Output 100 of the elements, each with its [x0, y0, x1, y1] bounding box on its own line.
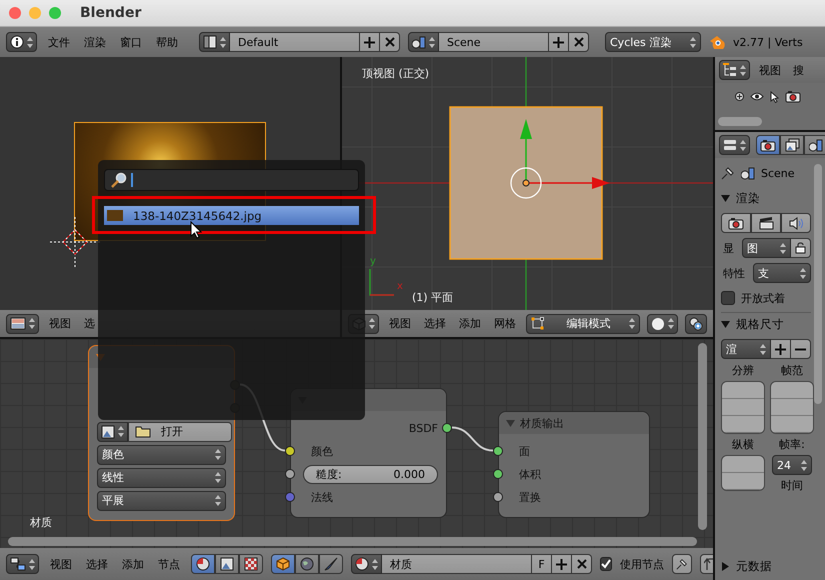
- render-engine-dropdown[interactable]: Cycles 渲染: [605, 32, 701, 52]
- checkbox-label: 使用节点: [620, 556, 664, 572]
- node-tree-type-tab[interactable]: [215, 554, 239, 574]
- add-button[interactable]: [360, 32, 380, 52]
- axis-gizmo: [369, 269, 394, 296]
- menu-item[interactable]: 网格: [491, 316, 519, 331]
- menu-item[interactable]: 添加: [456, 316, 484, 331]
- menu-item[interactable]: 视图: [386, 316, 414, 331]
- node-dropdown[interactable]: 平展: [97, 490, 226, 510]
- input-socket[interactable]: [285, 446, 295, 456]
- editor-type-button[interactable]: [6, 554, 39, 574]
- plus-icon: [364, 36, 375, 48]
- menu-item[interactable]: 视图: [756, 62, 784, 78]
- open-button[interactable]: 打开: [128, 422, 232, 442]
- outliner-icon: [723, 63, 737, 77]
- node-tree-type-tab[interactable]: [191, 554, 215, 574]
- shading-dropdown[interactable]: [647, 314, 678, 334]
- node-panel[interactable]: 材质输出 面 体积 置换: [498, 411, 650, 518]
- menu-item[interactable]: 渲染: [81, 34, 109, 50]
- updown-arrows-icon: [118, 426, 124, 437]
- menu-item[interactable]: 选: [81, 316, 98, 331]
- search-icon: [111, 172, 127, 188]
- properties-tab[interactable]: [756, 135, 780, 155]
- roughness-slider[interactable]: 糙度: 0.000: [303, 465, 438, 484]
- shapes-icon: [412, 35, 426, 49]
- feature-set-dropdown[interactable]: 支: [753, 263, 811, 283]
- number-fields[interactable]: [721, 455, 765, 491]
- panel-header[interactable]: 规格尺寸: [721, 312, 811, 335]
- scrollbar[interactable]: [8, 537, 697, 546]
- updown-arrows-icon: [780, 242, 786, 254]
- number-fields[interactable]: [721, 381, 765, 434]
- menu-item[interactable]: 帮助: [153, 34, 181, 50]
- circles-icon: [689, 316, 703, 330]
- input-socket[interactable]: [285, 468, 295, 478]
- input-socket[interactable]: [493, 468, 503, 478]
- properties-tab[interactable]: [780, 135, 804, 155]
- checkbox[interactable]: [600, 557, 612, 571]
- disclosure-triangle-icon: [721, 194, 730, 202]
- menu-item[interactable]: 节点: [155, 556, 183, 572]
- menu-item[interactable]: 视图: [46, 316, 74, 331]
- preset-dropdown[interactable]: 渲: [721, 339, 771, 359]
- layout-field[interactable]: Default: [230, 32, 360, 52]
- menu-item[interactable]: 选择: [421, 316, 449, 331]
- display-dropdown[interactable]: 图: [742, 238, 791, 258]
- mode-dropdown[interactable]: 编辑模式: [526, 314, 640, 334]
- menu-item[interactable]: 视图: [47, 556, 75, 572]
- render-audio-button[interactable]: [781, 213, 811, 233]
- display-label: 显: [722, 240, 735, 256]
- lock-button[interactable]: [791, 238, 811, 258]
- menu-item[interactable]: 文件: [45, 34, 73, 50]
- image-list-item[interactable]: 138-140Z3145642.jpg: [104, 206, 359, 225]
- render-animation-button[interactable]: [751, 213, 781, 233]
- input-socket[interactable]: [493, 492, 503, 502]
- scrollbar[interactable]: [718, 117, 762, 126]
- material-field[interactable]: 材质: [382, 554, 532, 574]
- shader-type-tab[interactable]: [319, 554, 343, 574]
- material-browse-button[interactable]: [351, 554, 382, 574]
- node-tree-type-tab[interactable]: [239, 554, 263, 574]
- menu-item[interactable]: 搜: [790, 62, 807, 78]
- add-button[interactable]: [549, 32, 569, 52]
- pin-button[interactable]: [672, 554, 692, 574]
- node-dropdown[interactable]: 线性: [97, 468, 226, 488]
- scrollbar[interactable]: [814, 164, 822, 404]
- layout-browse-button[interactable]: [199, 32, 230, 52]
- shader-type-tab[interactable]: [271, 554, 295, 574]
- socket-label: 颜色: [310, 444, 333, 459]
- properties-tab[interactable]: [804, 135, 825, 155]
- input-socket[interactable]: [285, 492, 295, 502]
- editor-type-button[interactable]: [6, 32, 37, 52]
- render-image-button[interactable]: [721, 213, 751, 233]
- frame-rate-dropdown[interactable]: 24: [772, 455, 812, 475]
- node-dropdown[interactable]: 颜色: [97, 444, 226, 464]
- menu-item[interactable]: 窗口: [117, 34, 145, 50]
- socket-label: BSDF: [408, 422, 438, 435]
- close-button[interactable]: [569, 32, 589, 52]
- panel-header[interactable]: 元数据: [721, 555, 811, 577]
- scrollbar[interactable]: [698, 343, 707, 530]
- editor-type-button[interactable]: [719, 135, 750, 155]
- menu-item[interactable]: 选择: [83, 556, 111, 572]
- image-browse-button[interactable]: [97, 422, 128, 442]
- scene-field[interactable]: Scene: [439, 32, 549, 52]
- add-button[interactable]: [552, 554, 572, 574]
- input-socket[interactable]: [493, 446, 503, 456]
- panel-header[interactable]: 渲染: [721, 187, 811, 209]
- search-field[interactable]: [104, 169, 359, 191]
- plus-icon: [775, 344, 786, 354]
- editor-type-button[interactable]: [6, 314, 39, 334]
- checkbox[interactable]: [721, 291, 735, 305]
- remove-preset-button[interactable]: [791, 339, 811, 359]
- add-preset-button[interactable]: [771, 339, 791, 359]
- editor-type-button[interactable]: [719, 60, 750, 80]
- menu-item[interactable]: 添加: [119, 556, 147, 572]
- close-button[interactable]: [572, 554, 592, 574]
- close-button[interactable]: [380, 32, 400, 52]
- pivot-button[interactable]: [685, 314, 707, 334]
- scene-browse-button[interactable]: [408, 32, 439, 52]
- plus-circle-icon: [735, 92, 744, 101]
- shader-type-tab[interactable]: [295, 554, 319, 574]
- fake-user-button[interactable]: F: [532, 554, 552, 574]
- number-fields[interactable]: [770, 381, 814, 434]
